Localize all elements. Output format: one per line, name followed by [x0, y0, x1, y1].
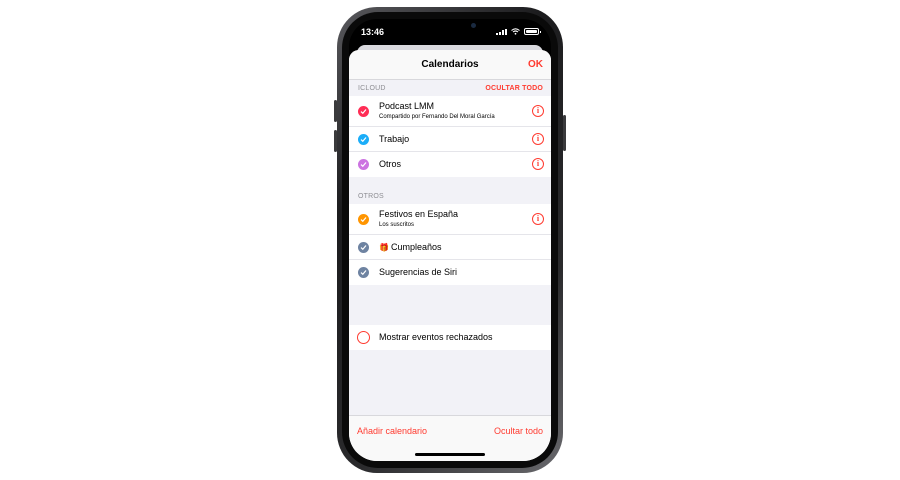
status-time: 13:46	[361, 27, 385, 37]
battery-icon	[524, 28, 541, 35]
calendar-row-podcast[interactable]: Podcast LMM Compartido por Fernando Del …	[349, 96, 551, 127]
side-button	[334, 100, 337, 122]
unchecked-circle-icon[interactable]	[357, 331, 370, 344]
info-icon[interactable]: i	[532, 133, 544, 145]
checkmark-icon[interactable]	[358, 134, 369, 145]
info-icon[interactable]: i	[532, 213, 544, 225]
gift-icon: 🎁	[379, 243, 389, 252]
done-button[interactable]: OK	[528, 59, 543, 70]
status-icons	[496, 28, 541, 35]
calendar-name: Podcast LMM	[379, 101, 435, 111]
status-bar: 13:46	[349, 19, 551, 47]
calendars-sheet: Calendarios OK ICLOUD OCULTAR TODO Podca…	[349, 50, 551, 461]
add-calendar-button[interactable]: Añadir calendario	[357, 426, 427, 436]
power-button	[563, 115, 566, 151]
calendar-subtitle: Los suscritos	[379, 222, 415, 228]
info-icon[interactable]: i	[532, 105, 544, 117]
calendar-subtitle: Compartido por Fernando Del Moral García	[379, 114, 495, 120]
section-label: ICLOUD	[358, 85, 386, 92]
phone-screen: 13:46 Calendarios OK ICLOUD OCULTAR TODO	[349, 19, 551, 461]
calendar-row-siri[interactable]: Sugerencias de Siri	[349, 260, 551, 285]
checkmark-icon[interactable]	[358, 267, 369, 278]
checkmark-icon[interactable]	[358, 242, 369, 253]
declined-events-label: Mostrar eventos rechazados	[379, 332, 493, 342]
declined-events-group: Mostrar eventos rechazados	[349, 325, 551, 350]
calendar-row-otros[interactable]: Otros i	[349, 152, 551, 177]
other-calendar-list: Festivos en España Los suscritos i 🎁 Cump…	[349, 204, 551, 285]
volume-up-button	[334, 130, 337, 152]
section-header-otros: OTROS	[349, 188, 551, 204]
calendar-name-wrapper: 🎁 Cumpleaños	[379, 242, 442, 252]
calendar-name: Cumpleaños	[390, 242, 442, 252]
show-declined-events-row[interactable]: Mostrar eventos rechazados	[349, 325, 551, 350]
bottom-toolbar: Añadir calendario Ocultar todo	[349, 415, 551, 461]
calendar-name: Sugerencias de Siri	[379, 267, 458, 277]
page-title: Calendarios	[421, 59, 479, 70]
cellular-signal-icon	[496, 29, 507, 35]
calendar-name: Otros	[379, 159, 402, 169]
navigation-bar: Calendarios OK	[349, 50, 551, 80]
checkmark-icon[interactable]	[358, 106, 369, 117]
icloud-calendar-list: Podcast LMM Compartido por Fernando Del …	[349, 96, 551, 177]
front-camera	[471, 23, 476, 28]
calendar-name: Trabajo	[379, 134, 410, 144]
checkmark-icon[interactable]	[358, 214, 369, 225]
info-icon[interactable]: i	[532, 158, 544, 170]
calendar-row-cumpleanos[interactable]: 🎁 Cumpleaños	[349, 235, 551, 260]
checkmark-icon[interactable]	[358, 159, 369, 170]
notch	[399, 19, 501, 35]
hide-all-icloud-button[interactable]: OCULTAR TODO	[485, 85, 543, 92]
section-header-icloud: ICLOUD OCULTAR TODO	[349, 80, 551, 96]
home-indicator[interactable]	[415, 453, 485, 456]
calendar-name: Festivos en España	[379, 209, 459, 219]
calendar-row-trabajo[interactable]: Trabajo i	[349, 127, 551, 152]
hide-all-button[interactable]: Ocultar todo	[494, 426, 543, 436]
wifi-icon	[511, 28, 520, 35]
calendar-row-festivos[interactable]: Festivos en España Los suscritos i	[349, 204, 551, 235]
section-label: OTROS	[358, 193, 384, 200]
